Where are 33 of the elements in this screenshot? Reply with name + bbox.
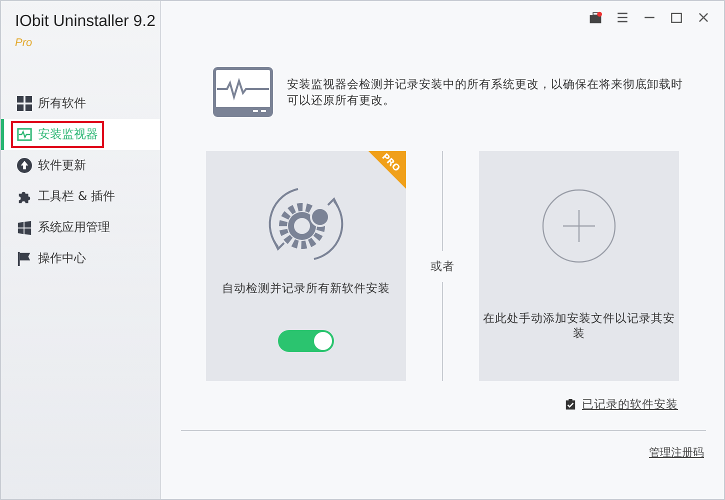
flag-icon bbox=[17, 251, 32, 266]
card-text: 在此处手动添加安装文件以记录其安装 bbox=[483, 311, 675, 341]
close-icon[interactable] bbox=[697, 10, 710, 24]
sidebar-item[interactable]: 系统应用管理 bbox=[1, 212, 160, 243]
toggle-switch[interactable] bbox=[278, 330, 334, 352]
sidebar-item[interactable]: 软件更新 bbox=[1, 150, 160, 181]
item-text: 安装监视器 bbox=[38, 126, 98, 143]
pulse-monitor-icon bbox=[213, 67, 273, 117]
item-text: 工具栏 & 插件 bbox=[38, 188, 115, 205]
maximize-icon[interactable] bbox=[670, 10, 683, 24]
menu-icon[interactable] bbox=[616, 10, 629, 24]
add-file-card[interactable]: 在此处手动添加安装文件以记录其安装 bbox=[479, 151, 679, 381]
toolbox-icon[interactable] bbox=[589, 10, 602, 24]
item-text: 软件更新 bbox=[38, 157, 86, 174]
intro-text: 安装监视器会检测并记录安装中的所有系统更改，以确保在将来彻底卸载时可以还原所有更改。 bbox=[287, 76, 684, 108]
plus-circle-icon bbox=[541, 188, 617, 264]
sidebar-item[interactable]: 所有软件 bbox=[1, 88, 160, 119]
sidebar-item[interactable]: 工具栏 & 插件 bbox=[1, 181, 160, 212]
edition-label: Pro bbox=[15, 37, 32, 49]
separator-text: 或者 bbox=[430, 258, 454, 274]
puzzle-icon bbox=[17, 189, 32, 204]
sidebar-item[interactable]: 操作中心 bbox=[1, 243, 160, 274]
item-text: 所有软件 bbox=[38, 95, 86, 112]
card-text: 自动检测并记录所有新软件安装 bbox=[221, 281, 391, 296]
manage-license-link[interactable]: 管理注册码 bbox=[649, 445, 704, 460]
windows-icon bbox=[17, 220, 32, 235]
clipboard-check-icon bbox=[565, 399, 576, 410]
app-title: IObit Uninstaller 9.2 bbox=[15, 13, 157, 31]
recorded-installs-link[interactable]: 已记录的软件安装 bbox=[582, 397, 678, 412]
grid-icon bbox=[17, 96, 32, 111]
item-text: 操作中心 bbox=[38, 250, 86, 267]
item-text: 系统应用管理 bbox=[38, 219, 110, 236]
pulse-monitor-icon bbox=[17, 127, 32, 142]
